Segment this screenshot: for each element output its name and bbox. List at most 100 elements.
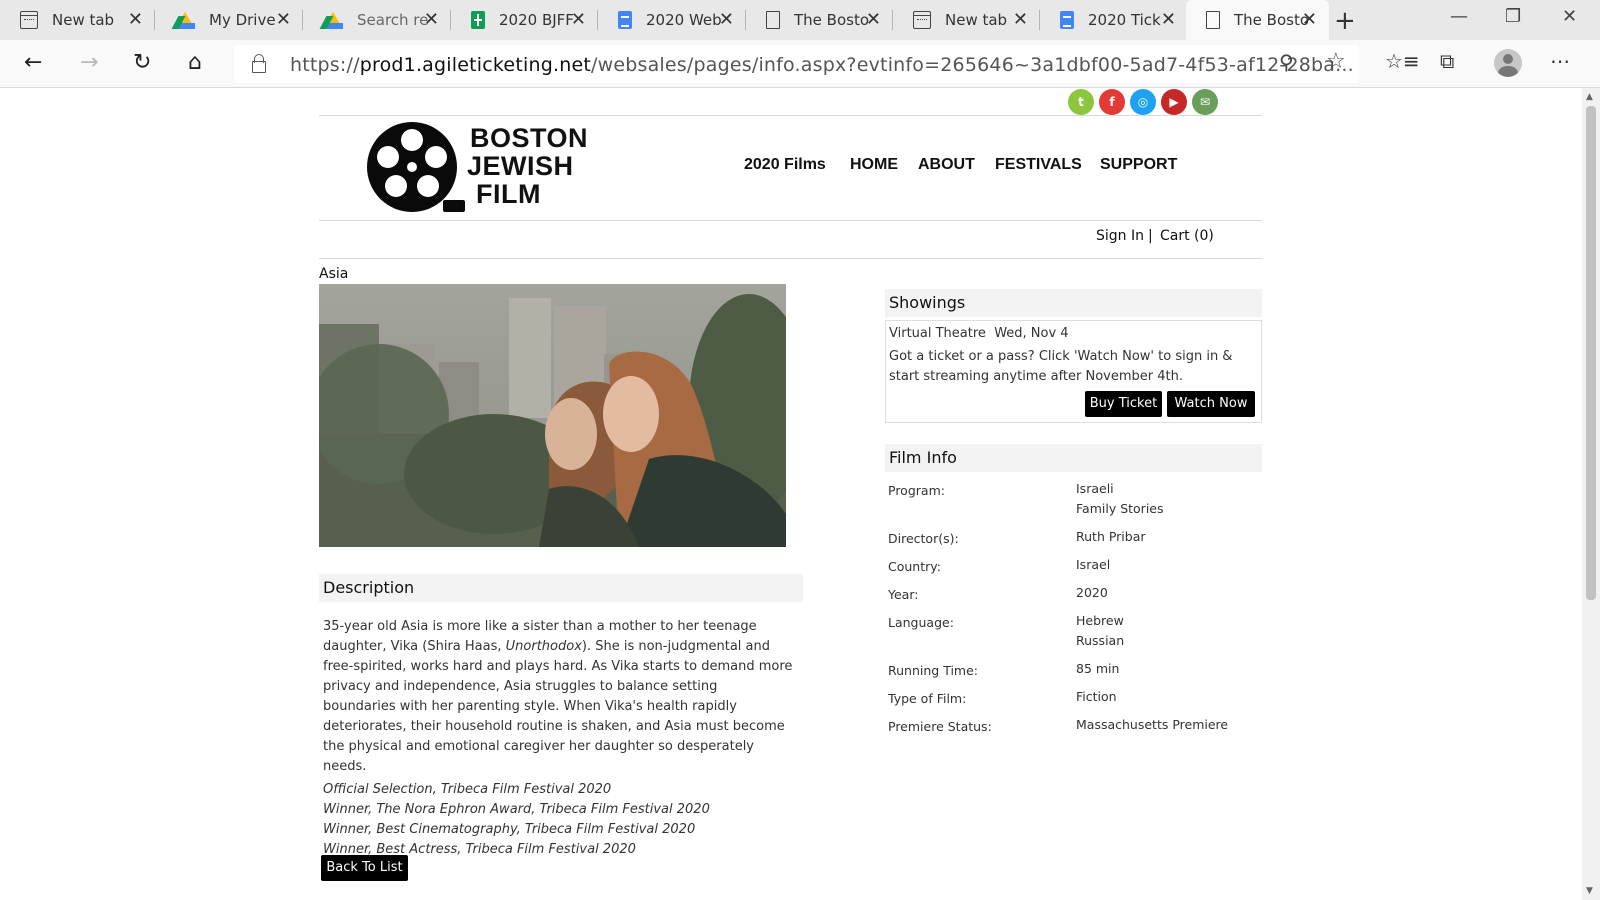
info-label-premiere: Premiere Status:	[888, 719, 992, 734]
info-value-language: Hebrew Russian	[1076, 613, 1125, 648]
page-scrollbar[interactable]: ▲ ▼	[1582, 88, 1600, 900]
tab-title: 2020 Tick	[1088, 11, 1161, 29]
collections-icon[interactable]: ⧉	[1440, 49, 1454, 73]
favorites-list-icon[interactable]: ☆≡	[1385, 49, 1420, 73]
watch-now-button[interactable]: Watch Now	[1167, 391, 1255, 417]
window-close-icon[interactable]: ✕	[1562, 6, 1577, 27]
profile-avatar[interactable]	[1494, 49, 1522, 77]
accolade-item: Winner, Best Cinematography, Tribeca Fil…	[323, 822, 696, 837]
film-still-image	[319, 284, 786, 547]
tab-title: New tab	[945, 11, 1008, 29]
close-icon[interactable]: ✕	[276, 10, 291, 30]
tab-search-results[interactable]: Search re ✕	[303, 0, 451, 40]
close-icon[interactable]: ✕	[1013, 10, 1028, 30]
close-icon[interactable]: ✕	[1302, 10, 1317, 30]
nav-about[interactable]: ABOUT	[918, 156, 975, 174]
tab-new-tab-1[interactable]: New tab ✕	[0, 0, 155, 40]
info-value-premiere: Massachusetts Premiere	[1076, 717, 1229, 732]
home-icon[interactable]: ⌂	[188, 50, 202, 76]
info-value-program: Israeli Family Stories	[1076, 481, 1164, 516]
twitter-icon[interactable]: t	[1068, 89, 1094, 115]
nav-home[interactable]: HOME	[850, 156, 898, 174]
tab-the-boston-1[interactable]: The Bosto ✕	[746, 0, 893, 40]
info-value-year: 2020	[1076, 585, 1108, 600]
info-label-directors: Director(s):	[888, 531, 959, 546]
window-icon	[20, 11, 38, 29]
more-menu-icon[interactable]: ⋯	[1550, 49, 1570, 73]
close-icon[interactable]: ✕	[424, 10, 439, 30]
divider	[319, 258, 1262, 259]
close-icon[interactable]: ✕	[128, 10, 143, 30]
accolade-item: Winner, The Nora Ephron Award, Tribeca F…	[323, 802, 710, 817]
google-docs-icon	[1060, 11, 1074, 29]
tab-2020-bjff[interactable]: 2020 BJFF ✕	[451, 0, 598, 40]
tab-title: The Bosto	[794, 11, 870, 29]
close-icon[interactable]: ✕	[866, 10, 881, 30]
address-bar[interactable]: https://prod1.agileticketing.net/websale…	[234, 45, 1359, 83]
page-viewport: t f ◎ ▶ ✉ BOSTON JEWISH FILM 2020 Films …	[0, 88, 1582, 900]
tab-strip: New tab ✕ My Drive ✕ Search re ✕ 2020 BJ…	[0, 0, 1600, 40]
tab-title: 2020 BJFF	[499, 11, 574, 29]
info-label-country: Country:	[888, 559, 941, 574]
facebook-icon[interactable]: f	[1099, 89, 1125, 115]
info-label-language: Language:	[888, 615, 954, 630]
zoom-icon[interactable]: ⚲	[1279, 50, 1294, 74]
close-icon[interactable]: ✕	[1161, 10, 1176, 30]
url-text[interactable]: https://prod1.agileticketing.net/websale…	[290, 54, 1354, 76]
scroll-down-icon[interactable]: ▼	[1586, 886, 1593, 896]
tab-title: The Bosto	[1234, 11, 1310, 29]
tab-new-tab-2[interactable]: New tab ✕	[893, 0, 1040, 40]
nav-festivals[interactable]: FESTIVALS	[995, 156, 1082, 174]
nav-support[interactable]: SUPPORT	[1100, 156, 1177, 174]
description-heading: Description	[319, 574, 803, 602]
tab-2020-tick[interactable]: 2020 Tick ✕	[1040, 0, 1188, 40]
email-icon[interactable]: ✉	[1192, 89, 1218, 115]
google-drive-icon	[175, 11, 195, 29]
close-icon[interactable]: ✕	[719, 10, 734, 30]
page-icon	[766, 11, 780, 29]
info-value-running-time: 85 min	[1076, 661, 1120, 676]
google-sheets-icon	[471, 11, 485, 29]
info-label-running-time: Running Time:	[888, 663, 978, 678]
new-tab-plus-icon[interactable]: +	[1334, 6, 1356, 36]
info-label-year: Year:	[888, 587, 919, 602]
buy-ticket-button[interactable]: Buy Ticket	[1085, 391, 1162, 417]
google-drive-icon	[323, 11, 343, 29]
tab-2020-web[interactable]: 2020 Web ✕	[598, 0, 746, 40]
divider	[319, 115, 1262, 116]
google-docs-icon	[618, 11, 632, 29]
forward-arrow-icon[interactable]: →	[80, 50, 98, 76]
tab-title: New tab	[52, 11, 115, 29]
sign-in-link[interactable]: Sign In	[1096, 228, 1144, 244]
restore-icon[interactable]: ❐	[1505, 6, 1521, 27]
tab-my-drive[interactable]: My Drive ✕	[155, 0, 303, 40]
close-icon[interactable]: ✕	[571, 10, 586, 30]
showing-card: Virtual Theatre Wed, Nov 4 Got a ticket …	[885, 320, 1262, 423]
instagram-icon[interactable]: ◎	[1130, 89, 1156, 115]
info-label-type: Type of Film:	[888, 691, 967, 706]
film-description: 35-year old Asia is more like a sister t…	[323, 619, 793, 774]
favorite-star-icon[interactable]: ☆	[1326, 49, 1346, 74]
scrollbar-thumb[interactable]	[1586, 106, 1596, 600]
back-to-list-button[interactable]: Back To List	[321, 855, 408, 881]
showing-note: Got a ticket or a pass? Click 'Watch Now…	[889, 349, 1233, 384]
tab-the-boston-active[interactable]: The Bosto ✕	[1186, 0, 1329, 40]
cart-link[interactable]: Cart (0)	[1160, 228, 1214, 244]
accolades-list: Official Selection, Tribeca Film Festiva…	[323, 780, 710, 860]
youtube-icon[interactable]: ▶	[1161, 89, 1187, 115]
nav-2020-films[interactable]: 2020 Films	[744, 156, 826, 174]
logo-wordmark: BOSTON JEWISH FILM	[467, 123, 589, 209]
tab-title: 2020 Web	[646, 11, 722, 29]
refresh-icon[interactable]: ↻	[133, 50, 151, 76]
info-value-directors: Ruth Pribar	[1076, 529, 1146, 544]
lock-icon[interactable]	[252, 54, 266, 73]
info-value-type: Fiction	[1076, 689, 1117, 704]
accolade-item: Official Selection, Tribeca Film Festiva…	[323, 782, 612, 797]
scroll-up-icon[interactable]: ▲	[1586, 92, 1593, 102]
minimize-icon[interactable]: —	[1450, 6, 1468, 27]
info-value-country: Israel	[1076, 557, 1111, 572]
showing-venue-date: Virtual Theatre Wed, Nov 4	[889, 326, 1069, 341]
divider	[319, 220, 1262, 221]
showings-heading: Showings	[885, 289, 1262, 317]
back-arrow-icon[interactable]: ←	[24, 50, 42, 76]
